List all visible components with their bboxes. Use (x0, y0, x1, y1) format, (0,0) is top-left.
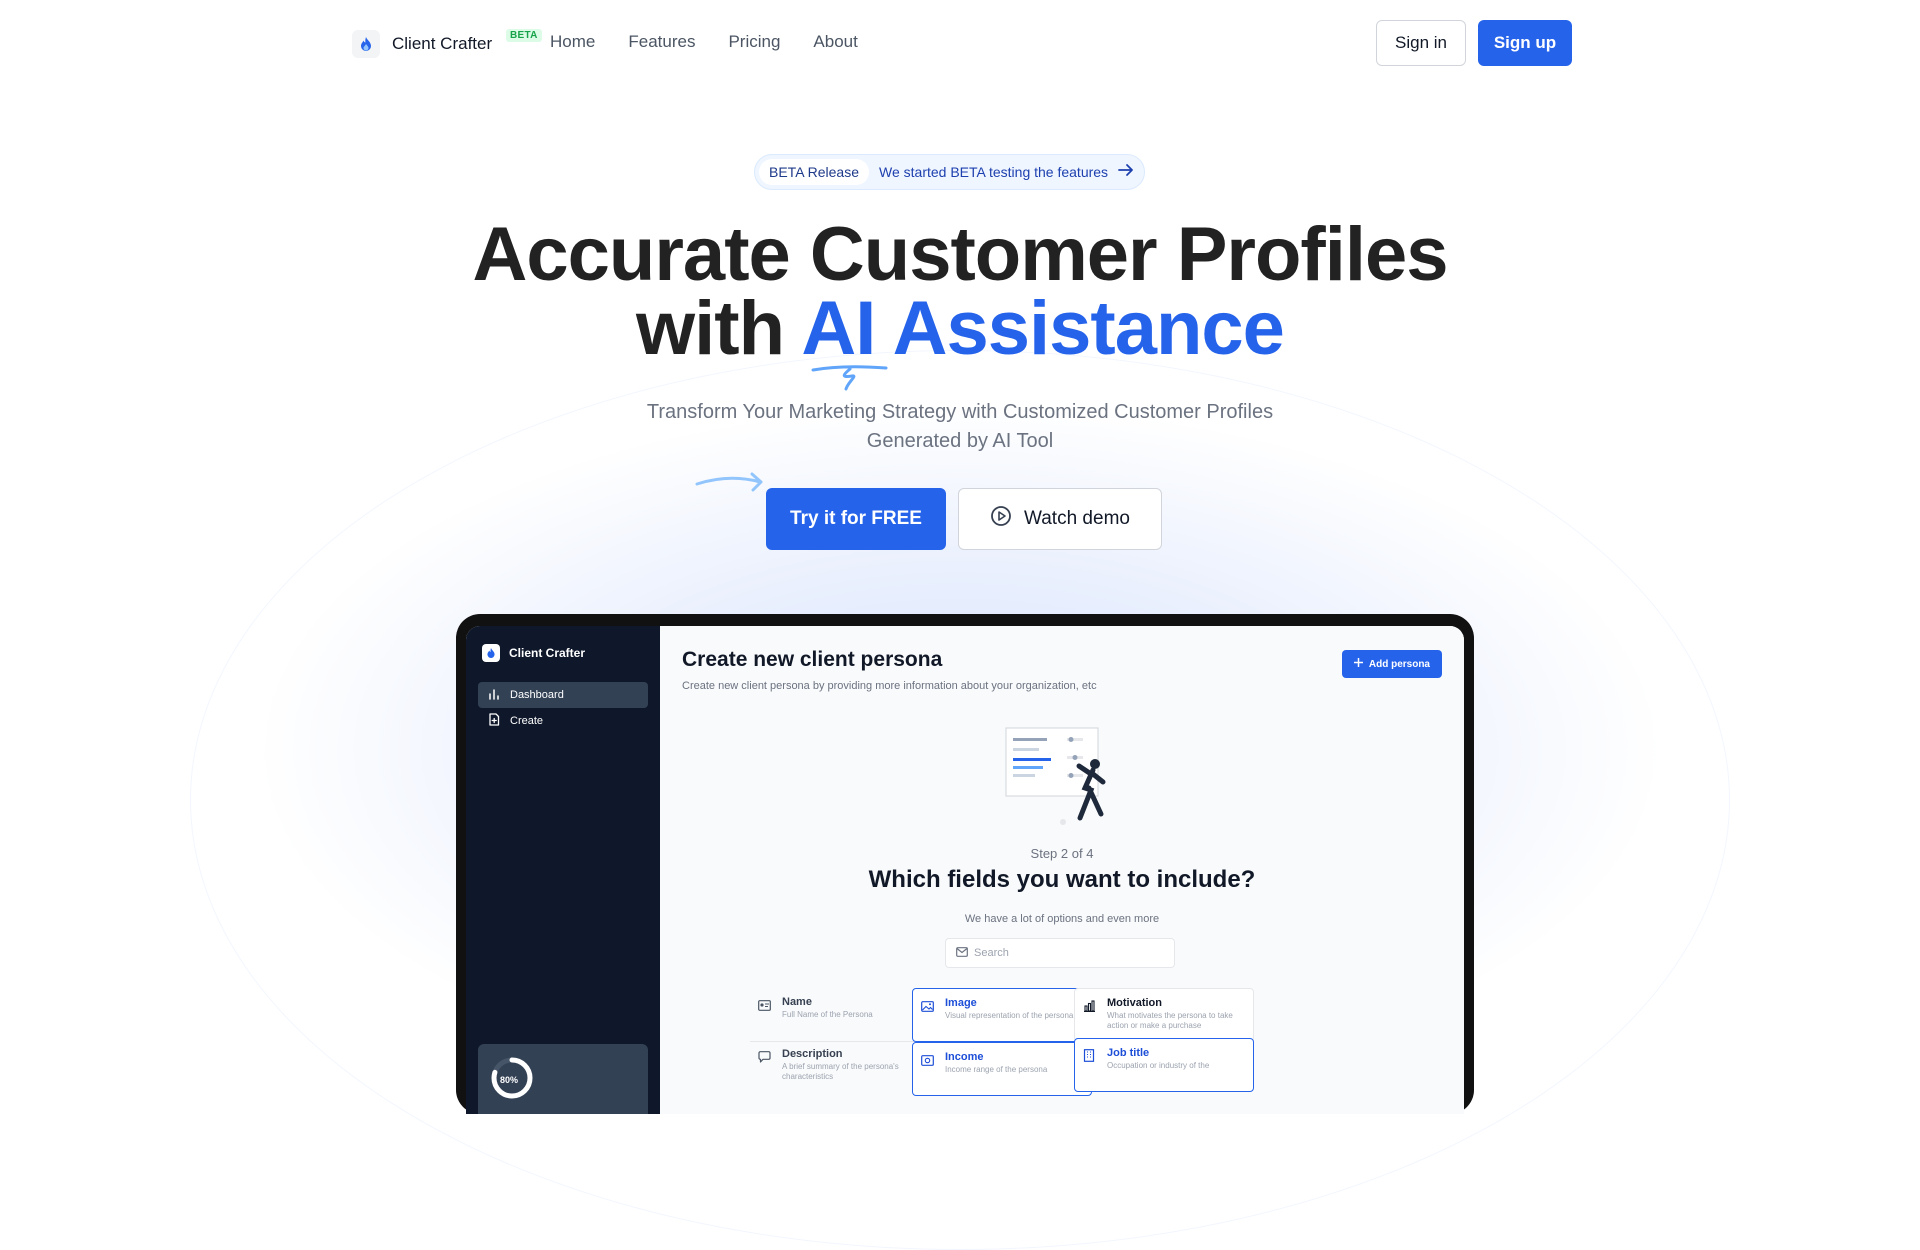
search-placeholder: Search (974, 947, 1009, 959)
id-card-icon (758, 998, 771, 1016)
field-option-description[interactable]: Description A brief summary of the perso… (750, 1040, 930, 1094)
page-title: Create new client persona (682, 648, 943, 671)
brand[interactable]: Client Crafter BETA (352, 29, 542, 58)
underline-doodle-icon (810, 364, 890, 399)
nav-link-home[interactable]: Home (550, 32, 595, 52)
field-option-image[interactable]: Image Visual representation of the perso… (912, 988, 1092, 1042)
persona-illustration (1005, 726, 1115, 831)
app-sidebar: Client Crafter Dashboard Create 80% (466, 626, 660, 1114)
flame-logo-icon (352, 30, 380, 58)
add-persona-label: Add persona (1368, 658, 1430, 670)
building-icon (1083, 1049, 1095, 1067)
field-description: A brief summary of the persona's charact… (782, 1062, 899, 1081)
field-name: Income (945, 1051, 984, 1063)
arrow-doodle-icon (694, 470, 766, 505)
page-description: Create new client persona by providing m… (682, 680, 1097, 692)
sidebar-item-label: Dashboard (510, 689, 564, 701)
nav-link-about[interactable]: About (813, 32, 857, 52)
field-option-income[interactable]: Income Income range of the persona (912, 1042, 1092, 1096)
field-option-motivation[interactable]: Motivation What motivates the persona to… (1074, 988, 1254, 1042)
sidebar-item-create[interactable]: Create (478, 708, 648, 734)
watch-demo-button[interactable]: Watch demo (958, 488, 1162, 550)
mail-icon (956, 946, 968, 960)
field-description: Occupation or industry of the (1107, 1061, 1210, 1070)
field-option-name[interactable]: Name Full Name of the Persona (750, 988, 930, 1042)
sidebar-item-label: Create (510, 715, 544, 727)
announcement-tag: BETA Release (759, 159, 870, 185)
chat-icon (758, 1050, 771, 1068)
image-icon (921, 999, 934, 1017)
field-name: Image (945, 997, 977, 1009)
subtitle-line-2: Generated by AI Tool (866, 430, 1054, 452)
money-icon (921, 1053, 934, 1071)
beta-announcement[interactable]: BETA Release We started BETA testing the… (754, 154, 1146, 190)
add-persona-button[interactable]: Add persona (1341, 650, 1442, 678)
field-description: What motivates the persona to take actio… (1107, 1011, 1233, 1030)
field-description: Income range of the persona (945, 1065, 1048, 1074)
field-description: Full Name of the Persona (782, 1010, 873, 1019)
nav-link-pricing[interactable]: Pricing (728, 32, 780, 52)
question-heading: Which fields you want to include? (868, 866, 1256, 893)
progress-label: 80% (500, 1075, 519, 1085)
field-search-input[interactable]: Search (945, 938, 1175, 968)
nav-link-features[interactable]: Features (628, 32, 695, 52)
arrow-right-icon (1118, 163, 1134, 182)
play-icon (990, 505, 1012, 533)
field-name: Job title (1107, 1047, 1150, 1059)
sidebar-item-dashboard[interactable]: Dashboard (478, 682, 648, 708)
nav-links: Home Features Pricing About (550, 32, 858, 52)
progress-card: 80% (478, 1044, 648, 1114)
hero-headline: Accurate Customer Profiles with AI Assis… (0, 217, 1920, 367)
bar-chart-icon (488, 688, 500, 703)
app-preview-screen: Client Crafter Dashboard Create 80% Crea… (466, 626, 1464, 1114)
app-main: Create new client persona Create new cli… (660, 626, 1464, 1114)
app-brand-name: Client Crafter (509, 646, 586, 660)
subtitle-line-1: Transform Your Marketing Strategy with C… (646, 401, 1274, 423)
sign-in-button[interactable]: Sign in (1376, 20, 1466, 66)
hero-subtitle: Transform Your Marketing Strategy with C… (0, 398, 1920, 456)
field-name: Motivation (1107, 997, 1162, 1009)
headline-prefix: with (636, 286, 802, 371)
question-hint: We have a lot of options and even more (964, 913, 1160, 925)
beta-badge: BETA (506, 29, 542, 42)
field-option-job-title[interactable]: Job title Occupation or industry of the (1074, 1038, 1254, 1092)
app-preview-device: Client Crafter Dashboard Create 80% Crea… (456, 614, 1474, 1114)
flame-logo-icon (482, 644, 500, 662)
app-brand[interactable]: Client Crafter (482, 644, 585, 662)
brand-name: Client Crafter (392, 34, 493, 53)
field-name: Description (782, 1048, 843, 1060)
field-description: Visual representation of the persona (945, 1011, 1074, 1020)
try-free-button[interactable]: Try it for FREE (766, 488, 946, 550)
top-navigation: Client Crafter BETA Home Features Pricin… (0, 0, 1920, 86)
field-name: Name (782, 996, 812, 1008)
sign-up-button[interactable]: Sign up (1478, 20, 1572, 66)
chart-icon (1083, 999, 1096, 1017)
headline-accent: AI Assistance (801, 286, 1285, 371)
announcement-text: We started BETA testing the features (879, 164, 1109, 180)
file-plus-icon (488, 713, 500, 729)
plus-icon (1353, 657, 1364, 670)
step-indicator: Step 2 of 4 (1030, 846, 1094, 861)
headline-line-1: Accurate Customer Profiles (472, 212, 1449, 297)
watch-demo-label: Watch demo (1024, 508, 1130, 529)
